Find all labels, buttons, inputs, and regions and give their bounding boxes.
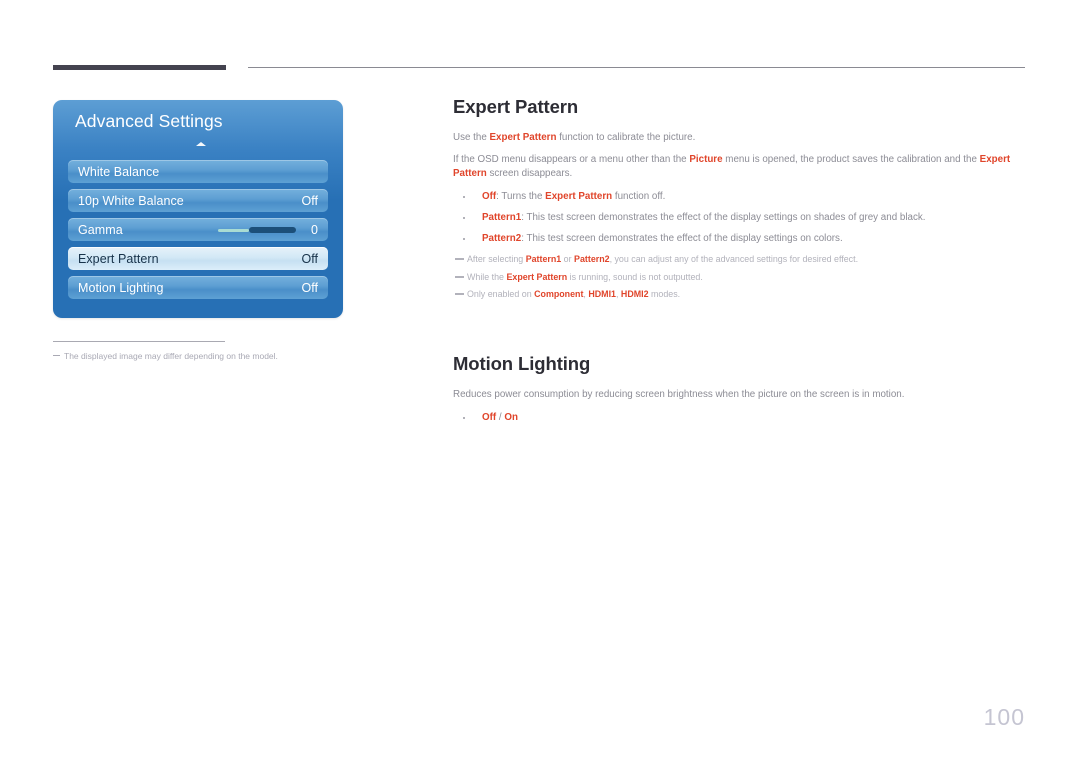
option-accent-0: Off xyxy=(482,411,497,423)
osd-row-white-balance[interactable]: White Balance xyxy=(68,160,328,183)
option-text-1: : This test screen demonstrates the effe… xyxy=(521,211,926,223)
paragraph-accent-1: Picture xyxy=(689,154,723,166)
option-list: Off: Turns the Expert Pattern function o… xyxy=(453,190,1028,247)
note-accent-1: Component xyxy=(534,288,584,299)
osd-row-label: White Balance xyxy=(78,164,160,179)
note-text-4: , you can adjust any of the advanced set… xyxy=(609,254,859,265)
footnote-text: The displayed image may differ depending… xyxy=(64,351,278,361)
osd-row-motion-lighting[interactable]: Motion Lighting Off xyxy=(68,276,328,299)
note-accent-1: Pattern1 xyxy=(525,254,562,265)
paragraph-text-4: screen disappears. xyxy=(486,168,573,180)
section-paragraph: If the OSD menu disappears or a menu oth… xyxy=(453,153,1028,181)
osd-panel: Advanced Settings White Balance 10p White… xyxy=(53,100,343,318)
option-accent-0: Off xyxy=(482,190,497,202)
osd-row-label: 10p White Balance xyxy=(78,193,184,208)
note-item: While the Expert Pattern is running, sou… xyxy=(453,271,1028,284)
paragraph-text-2: menu is opened, the product saves the ca… xyxy=(722,154,980,166)
note-text-0: After selecting xyxy=(467,254,526,265)
osd-footnote: The displayed image may differ depending… xyxy=(53,351,353,361)
note-text-0: While the xyxy=(467,271,507,282)
osd-title: Advanced Settings xyxy=(75,111,223,131)
option-text-1: : Turns the xyxy=(496,190,546,202)
paragraph-text-0: Reduces power consumption by reducing sc… xyxy=(453,389,905,401)
osd-row-value: Off xyxy=(301,193,318,208)
page-number: 100 xyxy=(983,704,1025,730)
note-accent-1: Expert Pattern xyxy=(506,271,568,282)
osd-row-10p-white-balance[interactable]: 10p White Balance Off xyxy=(68,189,328,212)
section-paragraph: Use the Expert Pattern function to calib… xyxy=(453,131,1028,145)
osd-row-value: 0 xyxy=(311,222,318,237)
section-title: Motion Lighting xyxy=(453,353,591,375)
option-list: Off / On xyxy=(453,411,1028,425)
option-text-1: : This test screen demonstrates the effe… xyxy=(521,233,843,245)
note-text-6: modes. xyxy=(648,288,681,299)
slider-track-remainder xyxy=(249,227,296,233)
section-paragraph: Reduces power consumption by reducing sc… xyxy=(453,388,1028,402)
note-text-0: Only enabled on xyxy=(467,288,535,299)
osd-row-gamma[interactable]: Gamma 0 xyxy=(68,218,328,241)
option-text-3: function off. xyxy=(612,190,666,202)
osd-row-list: White Balance 10p White Balance Off Gamma 0 E… xyxy=(68,160,328,305)
header-rule-thin xyxy=(248,67,1025,68)
footnote-divider xyxy=(53,341,225,342)
note-item: Only enabled on Component, HDMI1, HDMI2 … xyxy=(453,288,1028,301)
option-list-item: Off / On xyxy=(453,411,1028,425)
section-title: Expert Pattern xyxy=(453,96,579,117)
note-list: After selecting Pattern1 or Pattern2, yo… xyxy=(453,253,1028,301)
chevron-up-icon xyxy=(196,142,206,146)
osd-row-label: Motion Lighting xyxy=(78,280,164,295)
paragraph-text-0: If the OSD menu disappears or a menu oth… xyxy=(453,154,690,166)
header-rule-thick xyxy=(53,65,226,70)
option-accent-0: Pattern2 xyxy=(482,233,522,245)
option-accent-2: On xyxy=(504,411,518,423)
option-accent-0: Pattern1 xyxy=(482,211,522,223)
note-accent-3: HDMI1 xyxy=(588,288,616,299)
paragraph-accent-1: Expert Pattern xyxy=(489,132,557,143)
footnote-dash-icon xyxy=(53,355,60,356)
option-list-item: Off: Turns the Expert Pattern function o… xyxy=(453,190,1028,204)
option-list-item: Pattern1: This test screen demonstrates … xyxy=(453,211,1028,225)
osd-row-expert-pattern[interactable]: Expert Pattern Off xyxy=(68,247,328,270)
content-column: Expert Pattern Use the Expert Pattern fun… xyxy=(453,96,1028,432)
note-accent-5: HDMI2 xyxy=(620,288,649,299)
paragraph-text-2: function to calibrate the picture. xyxy=(556,132,696,143)
note-accent-3: Pattern2 xyxy=(574,254,610,265)
slider-track-filled xyxy=(218,228,250,232)
osd-row-label: Gamma xyxy=(78,222,123,237)
note-text-2: is running, sound is not outputted. xyxy=(567,271,703,282)
osd-row-label: Expert Pattern xyxy=(78,251,159,266)
gamma-slider[interactable] xyxy=(218,227,296,233)
note-item: After selecting Pattern1 or Pattern2, yo… xyxy=(453,253,1028,266)
osd-row-value: Off xyxy=(301,280,318,295)
paragraph-text-0: Use the xyxy=(453,132,490,143)
option-list-item: Pattern2: This test screen demonstrates … xyxy=(453,232,1028,246)
note-text-2: or xyxy=(561,254,575,265)
osd-row-value: Off xyxy=(301,251,318,266)
option-accent-2: Expert Pattern xyxy=(545,190,613,202)
